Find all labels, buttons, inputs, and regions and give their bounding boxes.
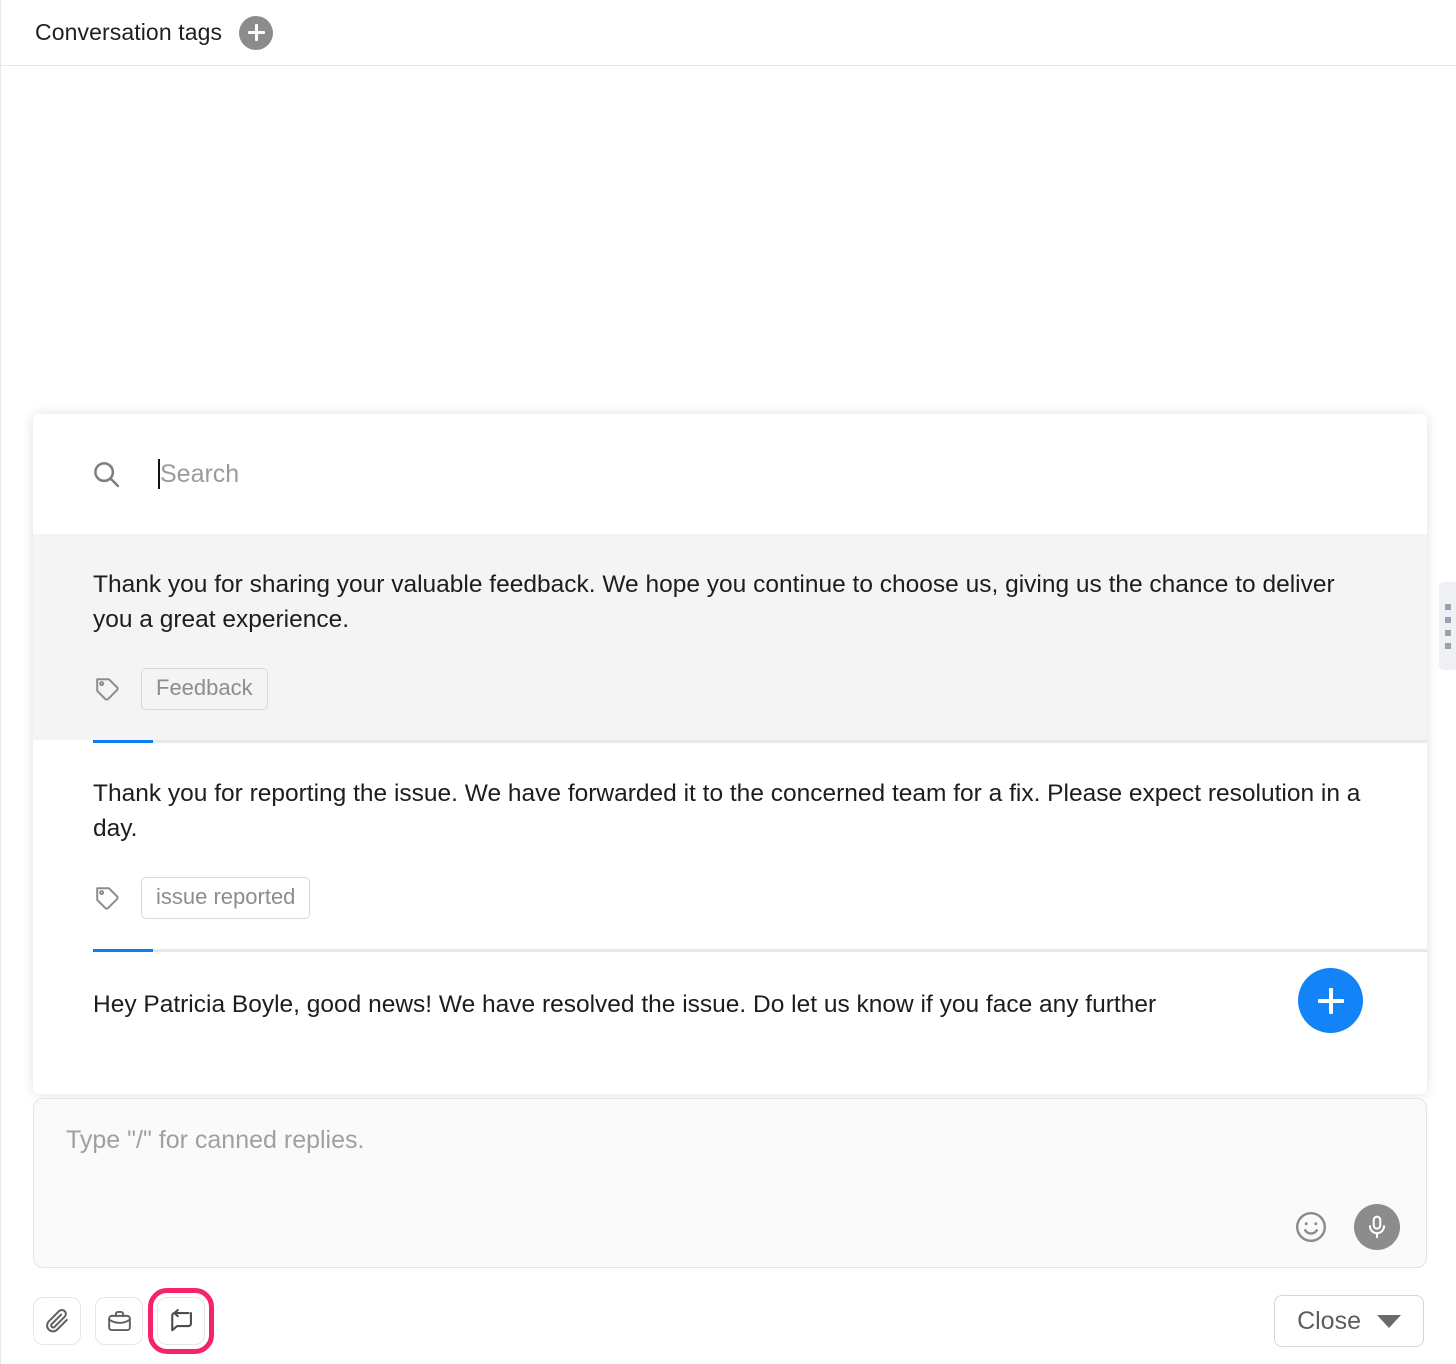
canned-reply-button[interactable] (157, 1297, 205, 1345)
canned-reply-text: Thank you for sharing your valuable feed… (93, 568, 1367, 638)
composer-tool-group (33, 1297, 205, 1345)
microphone-icon (1364, 1214, 1390, 1240)
canned-replies-panel: Search Thank you for sharing your valuab… (33, 414, 1427, 1094)
search-input[interactable]: Search (158, 459, 1427, 489)
search-placeholder: Search (160, 462, 239, 487)
emoji-button[interactable] (1292, 1208, 1330, 1246)
canned-reply-tag-chip[interactable]: issue reported (141, 877, 310, 920)
page-title: Conversation tags (35, 19, 222, 46)
composer-actions (1292, 1204, 1400, 1250)
attach-file-button[interactable] (33, 1297, 81, 1345)
smiley-icon (1293, 1209, 1329, 1245)
canned-replies-search-row[interactable]: Search (33, 414, 1427, 534)
canned-reply-item[interactable]: Thank you for sharing your valuable feed… (33, 534, 1427, 740)
canned-reply-text: Thank you for reporting the issue. We ha… (93, 777, 1367, 847)
plus-circle-icon (248, 24, 265, 41)
canned-reply-item[interactable]: Hey Patricia Boyle, good news! We have r… (33, 952, 1427, 1023)
paperclip-icon (43, 1307, 71, 1335)
chevron-down-icon[interactable] (1377, 1315, 1401, 1328)
tag-icon (93, 884, 121, 912)
close-button-label: Close (1297, 1307, 1361, 1336)
private-note-button[interactable] (95, 1297, 143, 1345)
reply-composer[interactable]: Type "/" for canned replies. (33, 1098, 1427, 1268)
voice-note-button[interactable] (1354, 1204, 1400, 1250)
conversation-panel: Conversation tags Search Thank you for s… (0, 0, 1456, 1364)
tag-icon (93, 675, 121, 703)
canned-reply-tag-row: issue reported (93, 877, 1367, 950)
reply-input-placeholder: Type "/" for canned replies. (66, 1126, 364, 1155)
canned-reply-tag-chip[interactable]: Feedback (141, 668, 268, 711)
add-tag-button[interactable] (239, 16, 273, 50)
canned-reply-text: Hey Patricia Boyle, good news! We have r… (93, 988, 1367, 1023)
canned-reply-tag-row: Feedback (93, 668, 1367, 741)
drag-handle-icon[interactable] (1439, 582, 1456, 670)
conversation-tags-header: Conversation tags (1, 0, 1456, 66)
close-conversation-button[interactable]: Close (1274, 1295, 1424, 1347)
search-icon (91, 459, 121, 489)
briefcase-icon (106, 1308, 133, 1335)
canned-reply-icon (167, 1307, 195, 1335)
canned-reply-item[interactable]: Thank you for reporting the issue. We ha… (33, 743, 1427, 949)
add-canned-reply-button[interactable] (1298, 968, 1363, 1033)
composer-toolbar: Close (1, 1278, 1456, 1364)
